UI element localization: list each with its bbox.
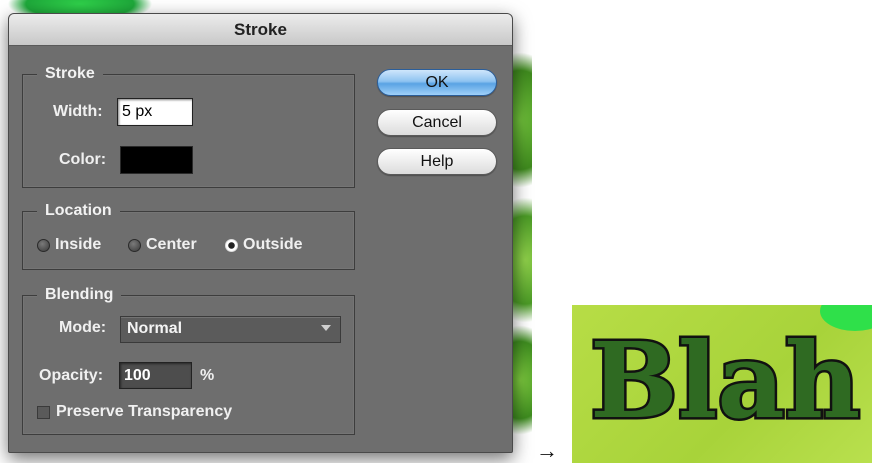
location-group-legend: Location [37,201,120,221]
radio-center[interactable]: Center [128,236,197,254]
width-field[interactable] [117,98,193,126]
ok-button[interactable]: OK [377,69,497,96]
opacity-label: Opacity: [39,367,104,384]
chevron-down-icon [321,325,331,331]
radio-dot-inside[interactable] [37,238,50,252]
radio-center-label: Center [146,236,197,253]
blending-group: Blending Mode: Normal Opacity: % Preserv… [22,285,355,435]
radio-dot-center[interactable] [128,238,141,252]
opacity-unit: % [200,367,215,384]
preserve-transparency-label: Preserve Transparency [56,403,233,420]
stroke-dialog: Stroke Stroke Width: Color: Location Ins… [8,13,513,453]
checkbox-box[interactable] [37,405,50,419]
width-label: Width: [53,103,103,120]
mode-label: Mode: [59,319,107,336]
stroke-group: Stroke Width: Color: [22,64,355,188]
color-label: Color: [59,151,107,168]
mode-select-value: Normal [127,320,183,337]
result-preview: Blah [572,305,872,463]
radio-outside[interactable]: Outside [225,236,303,254]
radio-dot-outside[interactable] [225,238,238,252]
mode-select[interactable]: Normal [120,316,341,343]
stroke-group-legend: Stroke [37,64,103,84]
opacity-field[interactable] [119,362,192,389]
help-button[interactable]: Help [377,148,497,175]
cancel-button[interactable]: Cancel [377,109,497,136]
preserve-transparency-checkbox[interactable]: Preserve Transparency [37,403,232,421]
stroke-color-swatch[interactable] [120,146,193,174]
result-text-graphic: Blah [588,317,863,445]
result-text: Blah [590,319,860,442]
arrow-symbol: → [536,438,558,463]
dialog-title: Stroke [9,14,512,46]
radio-inside[interactable]: Inside [37,236,101,254]
radio-outside-label: Outside [243,236,303,253]
blending-group-legend: Blending [37,285,122,305]
radio-inside-label: Inside [55,236,102,253]
location-group: Location Inside Center Outside [22,201,355,270]
